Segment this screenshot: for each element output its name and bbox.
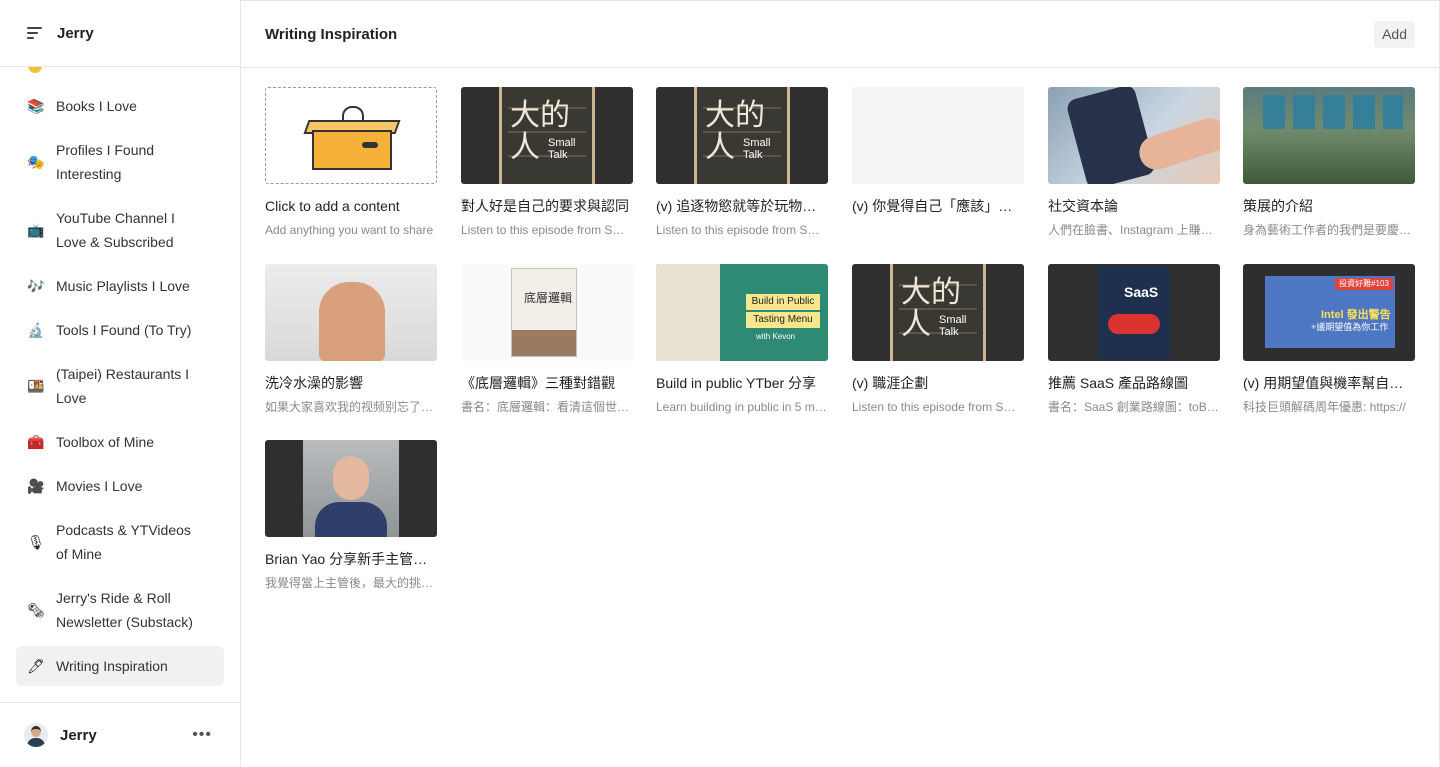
portrait-thumbnail: [265, 440, 437, 537]
sidebar-item-podcasts[interactable]: 🎙 Podcasts & YTVideos of Mine: [16, 518, 224, 566]
content-card[interactable]: 大的 人 Small Talk 對人好是自己的要求與認同 Listen to th…: [461, 87, 633, 238]
card-title: (v) 你覺得自己「應該」怎麼做: [852, 198, 1024, 214]
content-card[interactable]: 策展的介紹 身為藝術工作者的我們是要慶祝的: [1243, 87, 1415, 238]
user-name: Jerry: [60, 726, 97, 744]
small-talk-thumbnail: 大的 人 Small Talk: [461, 87, 633, 184]
pen-icon: 🖊: [27, 658, 45, 674]
content-card[interactable]: Brian Yao 分享新手主管心得 我覺得當上主管後，最大的挑戰是: [265, 440, 437, 591]
sidebar-item-restaurants[interactable]: 🍱 (Taipei) Restaurants I Love: [16, 362, 224, 410]
microphone-icon: 🎙: [27, 534, 45, 550]
build-in-public-thumbnail: Build in Public Tasting Menu with Kevon: [656, 264, 828, 361]
sidebar-item-music[interactable]: 🎶 Music Playlists I Love: [16, 274, 224, 298]
sidebar-footer: Jerry •••: [0, 702, 240, 767]
sidebar-item-label: YouTube Channel I Love & Subscribed: [56, 210, 175, 250]
sidebar-item-label: Books I Love: [56, 98, 137, 114]
garden-flags-thumbnail: [1243, 87, 1415, 184]
card-title: 社交資本論: [1048, 198, 1118, 214]
card-title: (v) 追逐物慾就等於玩物喪志嗎？: [656, 198, 828, 214]
menu-icon[interactable]: [27, 27, 43, 39]
phone-in-hand-thumbnail: [1048, 87, 1220, 184]
avatar[interactable]: [24, 723, 48, 747]
sidebar-header: Jerry: [0, 0, 240, 67]
card-description: 如果大家喜欢我的视频别忘了订阅: [265, 400, 437, 414]
card-description: Listen to this episode from Small Talk: [461, 223, 633, 237]
sidebar-title: Jerry: [57, 24, 94, 42]
sidebar-item-label: Movies I Love: [56, 478, 143, 494]
sidebar-item-label: Toolbox of Mine: [56, 434, 155, 450]
card-description: 書名：SaaS 創業路線圖：toB 產品: [1048, 400, 1220, 414]
sidebar-item-writing-inspiration[interactable]: 🖊 Writing Inspiration: [16, 646, 224, 686]
card-description: Add anything you want to share: [265, 223, 434, 237]
sidebar-item-newsletter[interactable]: 🗞 Jerry's Ride & Roll Newsletter (Substa…: [16, 586, 224, 634]
card-title: 《底層邏輯》三種對錯觀: [461, 375, 615, 391]
intel-video-thumbnail: 投資好難#103 Intel 發出警告 +議期望值為你工作: [1243, 264, 1415, 361]
empty-thumbnail: [852, 87, 1024, 184]
sidebar-list: 📚 Books I Love 🎭 Profiles I Found Intere…: [0, 67, 240, 702]
masks-icon: 🎭: [27, 154, 45, 170]
card-description: 科技巨頭解碼周年優惠: https://: [1243, 400, 1406, 414]
add-button[interactable]: Add: [1374, 21, 1415, 48]
small-talk-thumbnail: 大的 人 Small Talk: [852, 264, 1024, 361]
sidebar-item-label: Profiles I Found Interesting: [56, 142, 155, 182]
card-title: (v) 職涯企劃: [852, 375, 929, 391]
card-description: 身為藝術工作者的我們是要慶祝的: [1243, 223, 1415, 237]
main-header: Writing Inspiration Add: [241, 1, 1439, 68]
card-title: Build in public YTber 分享: [656, 375, 817, 391]
main-panel: Writing Inspiration Add Click to add a c…: [241, 0, 1440, 767]
card-description: Listen to this episode from Small Talk: [656, 223, 828, 237]
small-talk-thumbnail: 大的 人 Small Talk: [656, 87, 828, 184]
card-title: 對人好是自己的要求與認同: [461, 198, 629, 214]
sidebar-item-movies[interactable]: 🎥 Movies I Love: [16, 474, 224, 498]
card-title: 策展的介紹: [1243, 198, 1313, 214]
page-title: Writing Inspiration: [265, 25, 398, 43]
content-card[interactable]: 大的 人 SmallTalk (v) 追逐物慾就等於玩物喪志嗎？ Listen …: [656, 87, 828, 238]
more-options-icon[interactable]: •••: [192, 726, 212, 744]
sidebar-item-toolbox[interactable]: 🧰 Toolbox of Mine: [16, 430, 224, 454]
books-icon: 📚: [27, 98, 45, 114]
book-cover-thumbnail: 底層邏輯: [461, 264, 633, 361]
music-notes-icon: 🎶: [27, 278, 45, 294]
card-description: 書名：底層邏輯：看清這個世界的底牌: [461, 400, 633, 414]
content-card[interactable]: SaaS 推薦 SaaS 產品路線圖 書名：SaaS 創業路線圖：toB 產品: [1048, 264, 1220, 415]
sidebar-item-profiles[interactable]: 🎭 Profiles I Found Interesting: [16, 138, 224, 186]
card-title: 推薦 SaaS 產品路線圖: [1048, 375, 1189, 391]
cat-in-box-icon: [303, 106, 401, 172]
card-description: Listen to this episode from Small Talk: [852, 400, 1024, 414]
shower-thumbnail: [265, 264, 437, 361]
card-title: Brian Yao 分享新手主管心得: [265, 551, 437, 567]
sidebar-item-label: (Taipei) Restaurants I Love: [56, 366, 190, 406]
sidebar-item-label: Writing Inspiration: [56, 658, 168, 674]
tv-icon: 📺: [27, 222, 45, 238]
content-card[interactable]: 投資好難#103 Intel 發出警告 +議期望值為你工作 (v) 用期望值與機…: [1243, 264, 1415, 415]
sidebar-item-youtube[interactable]: 📺 YouTube Channel I Love & Subscribed: [16, 206, 224, 254]
card-title: (v) 用期望值與機率幫自己做決定: [1243, 375, 1415, 391]
saas-book-thumbnail: SaaS: [1048, 264, 1220, 361]
content-card[interactable]: 洗冷水澡的影響 如果大家喜欢我的视频别忘了订阅: [265, 264, 437, 415]
sidebar-item-label: Jerry's Ride & Roll Newsletter (Substack…: [56, 590, 193, 630]
microscope-icon: 🔬: [27, 322, 45, 338]
sidebar-item-books[interactable]: 📚 Books I Love: [16, 94, 224, 118]
movie-camera-icon: 🎥: [27, 478, 45, 494]
sidebar: Jerry 📚 Books I Love 🎭 Profiles I Found …: [0, 0, 241, 767]
card-description: 人們在臉書、Instagram 上賺取社交資本: [1048, 223, 1220, 237]
card-description: 我覺得當上主管後，最大的挑戰是: [265, 576, 437, 590]
add-content-card[interactable]: Click to add a content Add anything you …: [265, 87, 437, 238]
toolbox-icon: 🧰: [27, 434, 45, 450]
content-card[interactable]: (v) 你覺得自己「應該」怎麼做: [852, 87, 1024, 222]
card-title: Click to add a content: [265, 198, 400, 214]
sidebar-item-tools[interactable]: 🔬 Tools I Found (To Try): [16, 318, 224, 342]
bento-icon: 🍱: [27, 378, 45, 394]
content-card[interactable]: Build in Public Tasting Menu with Kevon …: [656, 264, 828, 415]
content-card[interactable]: 底層邏輯 《底層邏輯》三種對錯觀 書名：底層邏輯：看清這個世界的底牌: [461, 264, 633, 415]
content-card[interactable]: 大的 人 Small Talk (v) 職涯企劃 Listen to this e…: [852, 264, 1024, 415]
sidebar-item-label: Music Playlists I Love: [56, 278, 190, 294]
sidebar-item-label: Podcasts & YTVideos of Mine: [56, 522, 191, 562]
sidebar-item-label: Tools I Found (To Try): [56, 322, 192, 338]
card-title: 洗冷水澡的影響: [265, 375, 363, 391]
card-description: Learn building in public in 5 minutes: [656, 400, 828, 414]
newspaper-icon: 🗞: [27, 602, 45, 618]
content-card[interactable]: 社交資本論 人們在臉書、Instagram 上賺取社交資本: [1048, 87, 1220, 238]
emoji-icon: [28, 67, 42, 73]
add-content-thumbnail[interactable]: [265, 87, 437, 184]
